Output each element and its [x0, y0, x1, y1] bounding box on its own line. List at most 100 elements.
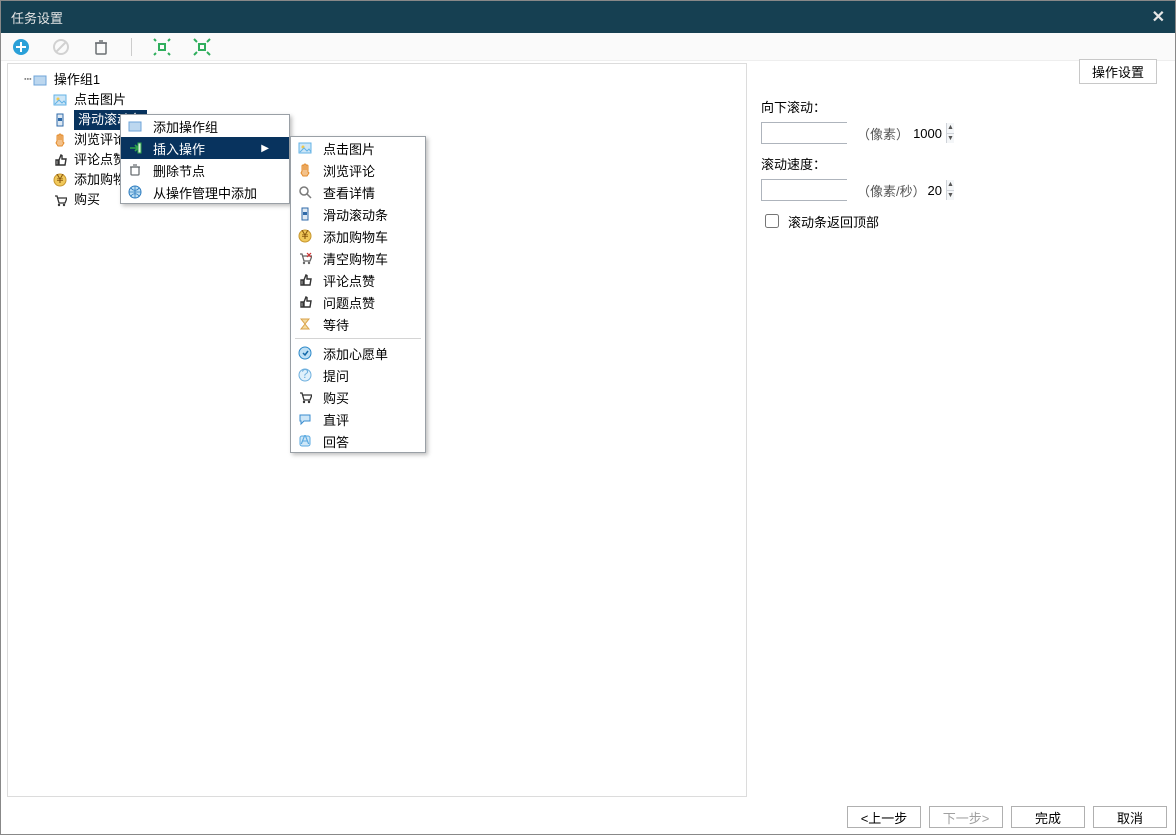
scroll-down-unit: （像素） [857, 124, 909, 143]
submenu-item-label: 点击图片 [323, 139, 375, 158]
add-icon[interactable] [11, 37, 31, 57]
thumb-icon [52, 152, 68, 168]
toolbar-separator [131, 38, 132, 56]
speed-label: 滚动速度： [761, 154, 1159, 173]
menu-separator [295, 338, 421, 339]
menu-item[interactable]: 从操作管理中添加 [121, 181, 289, 203]
context-menu: 添加操作组插入操作▶ 删除节点从操作管理中添加 [120, 114, 290, 204]
trash-icon[interactable] [91, 37, 111, 57]
submenu-item[interactable]: 查看详情 [291, 181, 425, 203]
spinner-down-icon[interactable]: ▼ [947, 191, 954, 201]
submenu-item-label: 添加购物车 [323, 227, 388, 246]
tree-node-label: 评论点赞 [74, 150, 126, 170]
toolbar [1, 33, 1175, 61]
titlebar: 任务设置 ✕ [1, 1, 1175, 33]
submenu-item[interactable]: 添加心愿单 [291, 342, 425, 364]
close-icon[interactable]: ✕ [1152, 7, 1165, 27]
search-icon [295, 185, 315, 199]
menu-item[interactable]: 添加操作组 [121, 115, 289, 137]
submenu-item-label: 添加心愿单 [323, 344, 388, 363]
submenu-item-label: 问题点赞 [323, 293, 375, 312]
hand-icon [295, 163, 315, 177]
context-submenu: 点击图片浏览评论查看详情滑动滚动条 ¥ 添加购物车清空购物车评论点赞问题点赞等待添加… [290, 136, 426, 453]
speed-unit: （像素/秒） [857, 181, 926, 200]
scroll-down-input[interactable]: ▲▼ [761, 122, 847, 144]
wish-icon [295, 346, 315, 360]
return-top-checkbox[interactable] [765, 214, 779, 228]
hourglass-icon [295, 317, 315, 331]
hand-icon [52, 132, 68, 148]
thumb-icon [295, 295, 315, 309]
tree-root-label: 操作组1 [54, 70, 100, 90]
tree-node-label: 点击图片 [74, 90, 126, 110]
group-icon [125, 119, 145, 133]
main-area: ⋯ 操作组1 点击图片滑动滚动条浏览评论评论点赞¥添加购物车购买 添加操作组插入… [1, 61, 1175, 799]
spinner-up-icon[interactable]: ▲ [947, 180, 954, 191]
tree-node-label: 浏览评论 [74, 130, 126, 150]
submenu-item[interactable]: 滑动滚动条 [291, 203, 425, 225]
cartx-icon [295, 251, 315, 265]
next-button: 下一步> [929, 806, 1003, 828]
insert-icon [125, 141, 145, 155]
globe-icon [125, 185, 145, 199]
scroll-down-label: 向下滚动： [761, 97, 1159, 116]
svg-text:?: ? [301, 368, 308, 381]
svg-text:¥: ¥ [55, 173, 64, 186]
submenu-item[interactable]: 评论点赞 [291, 269, 425, 291]
tree-root[interactable]: ⋯ 操作组1 [12, 70, 742, 90]
submenu-item-label: 购买 [323, 388, 349, 407]
scroll-down-spinner[interactable]: ▲▼ [946, 123, 954, 143]
coin-icon: ¥ [52, 172, 68, 188]
wizard-footer: <上一步 下一步> 完成 取消 [847, 806, 1167, 828]
speed-input[interactable]: ▲▼ [761, 179, 847, 201]
submenu-item[interactable]: ? 提问 [291, 364, 425, 386]
submenu-item-label: 滑动滚动条 [323, 205, 388, 224]
submenu-item[interactable]: 问题点赞 [291, 291, 425, 313]
coin-icon: ¥ [295, 229, 315, 243]
settings-panel: 操作设置 向下滚动： ▲▼ （像素） 滚动速度： [751, 63, 1169, 797]
group-icon [32, 72, 48, 88]
submenu-item[interactable]: 等待 [291, 313, 425, 335]
submenu-item-label: 查看详情 [323, 183, 375, 202]
submenu-item[interactable]: 浏览评论 [291, 159, 425, 181]
prev-button[interactable]: <上一步 [847, 806, 921, 828]
finish-button[interactable]: 完成 [1011, 806, 1085, 828]
menu-item[interactable]: 插入操作▶ [121, 137, 289, 159]
submenu-item[interactable]: 购买 [291, 386, 425, 408]
submenu-item-label: 回答 [323, 432, 349, 451]
collapse-all-icon[interactable] [192, 37, 212, 57]
image-icon [52, 92, 68, 108]
menu-item[interactable]: 删除节点 [121, 159, 289, 181]
answer-icon: A [295, 434, 315, 448]
forbidden-icon[interactable] [51, 37, 71, 57]
svg-text:A: A [301, 434, 310, 447]
svg-text:¥: ¥ [300, 229, 309, 242]
submenu-item[interactable]: 直评 [291, 408, 425, 430]
return-top-label: 滚动条返回顶部 [788, 212, 879, 231]
scroll-down-value[interactable] [762, 123, 946, 143]
cart-icon [295, 390, 315, 404]
submenu-item[interactable]: 点击图片 [291, 137, 425, 159]
speed-spinner[interactable]: ▲▼ [946, 180, 954, 200]
cancel-button[interactable]: 取消 [1093, 806, 1167, 828]
thumb-icon [295, 273, 315, 287]
spinner-up-icon[interactable]: ▲ [947, 123, 954, 134]
expand-all-icon[interactable] [152, 37, 172, 57]
spinner-down-icon[interactable]: ▼ [947, 134, 954, 144]
submenu-item[interactable]: ¥ 添加购物车 [291, 225, 425, 247]
submenu-item[interactable]: 清空购物车 [291, 247, 425, 269]
tree-connector: ⋯ [24, 70, 32, 90]
menu-item-label: 添加操作组 [153, 117, 218, 136]
submenu-item-label: 直评 [323, 410, 349, 429]
bubble-icon [295, 412, 315, 426]
image-icon [295, 141, 315, 155]
tree-node-label: 购买 [74, 190, 100, 210]
submenu-item-label: 提问 [323, 366, 349, 385]
submenu-item[interactable]: A 回答 [291, 430, 425, 452]
tree-node[interactable]: 点击图片 [12, 90, 742, 110]
tree-panel: ⋯ 操作组1 点击图片滑动滚动条浏览评论评论点赞¥添加购物车购买 添加操作组插入… [7, 63, 747, 797]
submenu-item-label: 评论点赞 [323, 271, 375, 290]
settings-tab[interactable]: 操作设置 [1079, 59, 1157, 84]
menu-item-label: 插入操作 [153, 139, 205, 158]
menu-item-label: 删除节点 [153, 161, 205, 180]
